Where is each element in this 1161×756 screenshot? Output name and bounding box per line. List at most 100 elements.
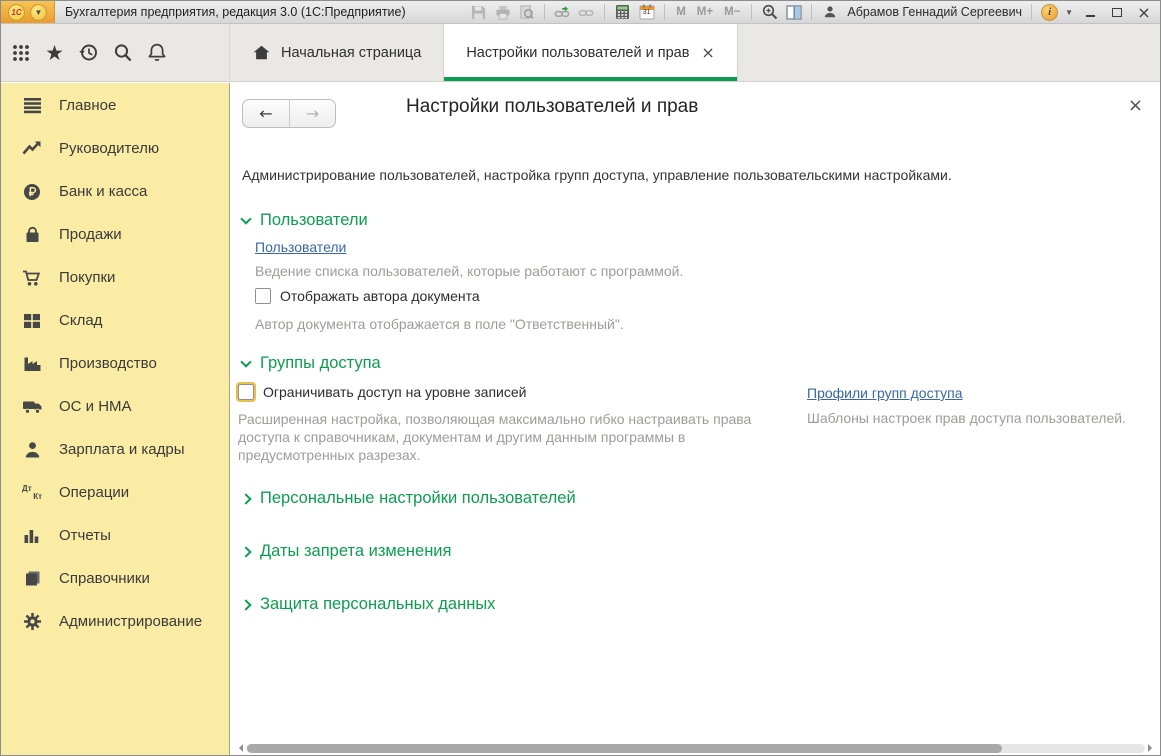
current-user-name[interactable]: Абрамов Геннадий Сергеевич	[847, 5, 1022, 19]
scrollbar-thumb[interactable]	[247, 744, 1002, 753]
calendar-icon[interactable]: 31	[638, 4, 655, 21]
sidebar-item-operations[interactable]: ДтКт Операции	[1, 471, 229, 514]
menu-icon	[21, 96, 43, 116]
section-personal-data-protection-title: Защита персональных данных	[260, 595, 495, 614]
sidebar-item-production[interactable]: Производство	[1, 342, 229, 385]
1c-logo-icon[interactable]: 1С	[8, 4, 25, 21]
memory-button-m-plus[interactable]: M+	[695, 6, 715, 18]
sidebar-item-purchases[interactable]: Покупки	[1, 256, 229, 299]
section-personal-settings-title: Персональные настройки пользователей	[260, 489, 576, 508]
tab-home-label: Начальная страница	[281, 45, 421, 61]
bag-icon	[21, 225, 43, 245]
chevron-right-icon	[240, 546, 251, 557]
dtkt-icon: ДтКт	[21, 483, 43, 503]
sidebar-item-label: Администрирование	[59, 613, 202, 630]
notifications-bell-icon[interactable]	[146, 42, 167, 63]
chart-icon	[21, 526, 43, 546]
system-menu-button[interactable]: ▼	[30, 4, 47, 21]
section-users-title: Пользователи	[260, 211, 368, 230]
apps-grid-icon[interactable]	[10, 42, 31, 63]
calculator-icon[interactable]	[614, 4, 631, 21]
person-icon	[21, 440, 43, 460]
tab-user-rights-settings[interactable]: Настройки пользователей и прав ×	[443, 24, 738, 81]
sidebar-item-reports[interactable]: Отчеты	[1, 514, 229, 557]
goto-link-icon[interactable]	[554, 4, 571, 21]
back-button[interactable]: ←	[243, 100, 289, 127]
maximize-button[interactable]	[1107, 5, 1127, 20]
access-group-profiles-hint: Шаблоны настроек прав доступа пользовате…	[807, 410, 1158, 426]
scroll-left-arrow-icon[interactable]	[239, 744, 243, 752]
logo-area: 1С ▼	[1, 1, 55, 23]
titlebar-toolbar: 31 M M+ M− Абрамов Геннадий Сергеевич i …	[470, 3, 1160, 22]
sidebar-item-fixed-assets[interactable]: ОС и НМА	[1, 385, 229, 428]
show-document-author-checkbox[interactable]	[255, 288, 271, 304]
split-window-icon[interactable]	[785, 4, 802, 21]
tab-close-icon[interactable]: ×	[701, 43, 714, 62]
author-checkbox-hint: Автор документа отображается в поле "Отв…	[255, 316, 624, 332]
scrollbar-track[interactable]	[246, 744, 1145, 753]
users-link-hint: Ведение списка пользователей, которые ра…	[255, 263, 683, 279]
zoom-icon[interactable]	[761, 4, 778, 21]
show-document-author-row: Отображать автора документа	[255, 288, 480, 304]
history-icon[interactable]	[78, 42, 99, 63]
section-personal-data-protection[interactable]: Защита персональных данных	[242, 595, 495, 614]
sidebar-item-bank-cash[interactable]: Банк и касса	[1, 170, 229, 213]
sidebar-item-directories[interactable]: Справочники	[1, 557, 229, 600]
toolbar-separator	[604, 4, 605, 20]
sidebar-item-label: Руководителю	[59, 140, 159, 157]
forward-button[interactable]: →	[289, 100, 335, 127]
search-icon[interactable]	[112, 42, 133, 63]
save-icon[interactable]	[470, 4, 487, 21]
section-personal-settings[interactable]: Персональные настройки пользователей	[242, 489, 576, 508]
section-access-groups[interactable]: Группы доступа	[242, 354, 381, 373]
gear-icon	[21, 612, 43, 632]
tab-active-label: Настройки пользователей и прав	[466, 45, 689, 61]
tab-home[interactable]: Начальная страница	[230, 24, 443, 81]
print-preview-icon[interactable]	[518, 4, 535, 21]
chevron-down-icon	[240, 213, 251, 224]
books-icon	[21, 569, 43, 589]
chevron-down-icon	[240, 356, 251, 367]
section-change-prohibition-dates[interactable]: Даты запрета изменения	[242, 542, 451, 561]
copy-link-icon[interactable]	[578, 4, 595, 21]
cart-icon	[21, 268, 43, 288]
sidebar-item-administration[interactable]: Администрирование	[1, 600, 229, 643]
memory-button-m[interactable]: M	[674, 6, 688, 18]
favorites-star-icon[interactable]: ★	[44, 42, 65, 63]
section-sidebar: Главное Руководителю Банк и касса Продаж…	[1, 83, 230, 755]
close-button[interactable]: ×	[1134, 3, 1154, 22]
minimize-button[interactable]	[1080, 5, 1100, 20]
toolbar-separator	[1031, 4, 1032, 20]
sidebar-item-sales[interactable]: Продажи	[1, 213, 229, 256]
chevron-down-icon[interactable]: ▼	[1065, 8, 1073, 17]
sidebar-item-warehouse[interactable]: Склад	[1, 299, 229, 342]
sidebar-item-label: Покупки	[59, 269, 115, 286]
scroll-right-arrow-icon[interactable]	[1148, 744, 1152, 752]
sidebar-item-manager[interactable]: Руководителю	[1, 127, 229, 170]
app-title: Бухгалтерия предприятия, редакция 3.0 (1…	[65, 5, 406, 19]
access-group-profiles-link[interactable]: Профили групп доступа	[807, 385, 963, 401]
print-icon[interactable]	[494, 4, 511, 21]
form-close-icon[interactable]: ×	[1128, 95, 1143, 116]
restrict-access-checkbox[interactable]	[238, 384, 254, 400]
toolbar-separator	[811, 4, 812, 20]
trend-icon	[21, 139, 43, 159]
factory-icon	[21, 354, 43, 374]
sidebar-item-label: Главное	[59, 97, 116, 114]
title-bar: 1С ▼ Бухгалтерия предприятия, редакция 3…	[1, 1, 1160, 24]
user-icon	[821, 4, 838, 21]
memory-button-m-minus[interactable]: M−	[722, 6, 742, 18]
chevron-right-icon	[240, 599, 251, 610]
users-link[interactable]: Пользователи	[255, 239, 346, 255]
sidebar-item-main[interactable]: Главное	[1, 84, 229, 127]
info-button[interactable]: i	[1041, 4, 1058, 21]
sidebar-item-salary-hr[interactable]: Зарплата и кадры	[1, 428, 229, 471]
sidebar-item-label: Производство	[59, 355, 157, 372]
quick-access-strip: ★	[1, 24, 230, 81]
sidebar-item-label: Отчеты	[59, 527, 111, 544]
sidebar-item-label: Склад	[59, 312, 102, 329]
calendar-day-label: 31	[638, 9, 655, 16]
restrict-access-row: Ограничивать доступ на уровне записей	[238, 384, 526, 400]
section-users[interactable]: Пользователи	[242, 211, 368, 230]
home-icon	[252, 44, 271, 62]
